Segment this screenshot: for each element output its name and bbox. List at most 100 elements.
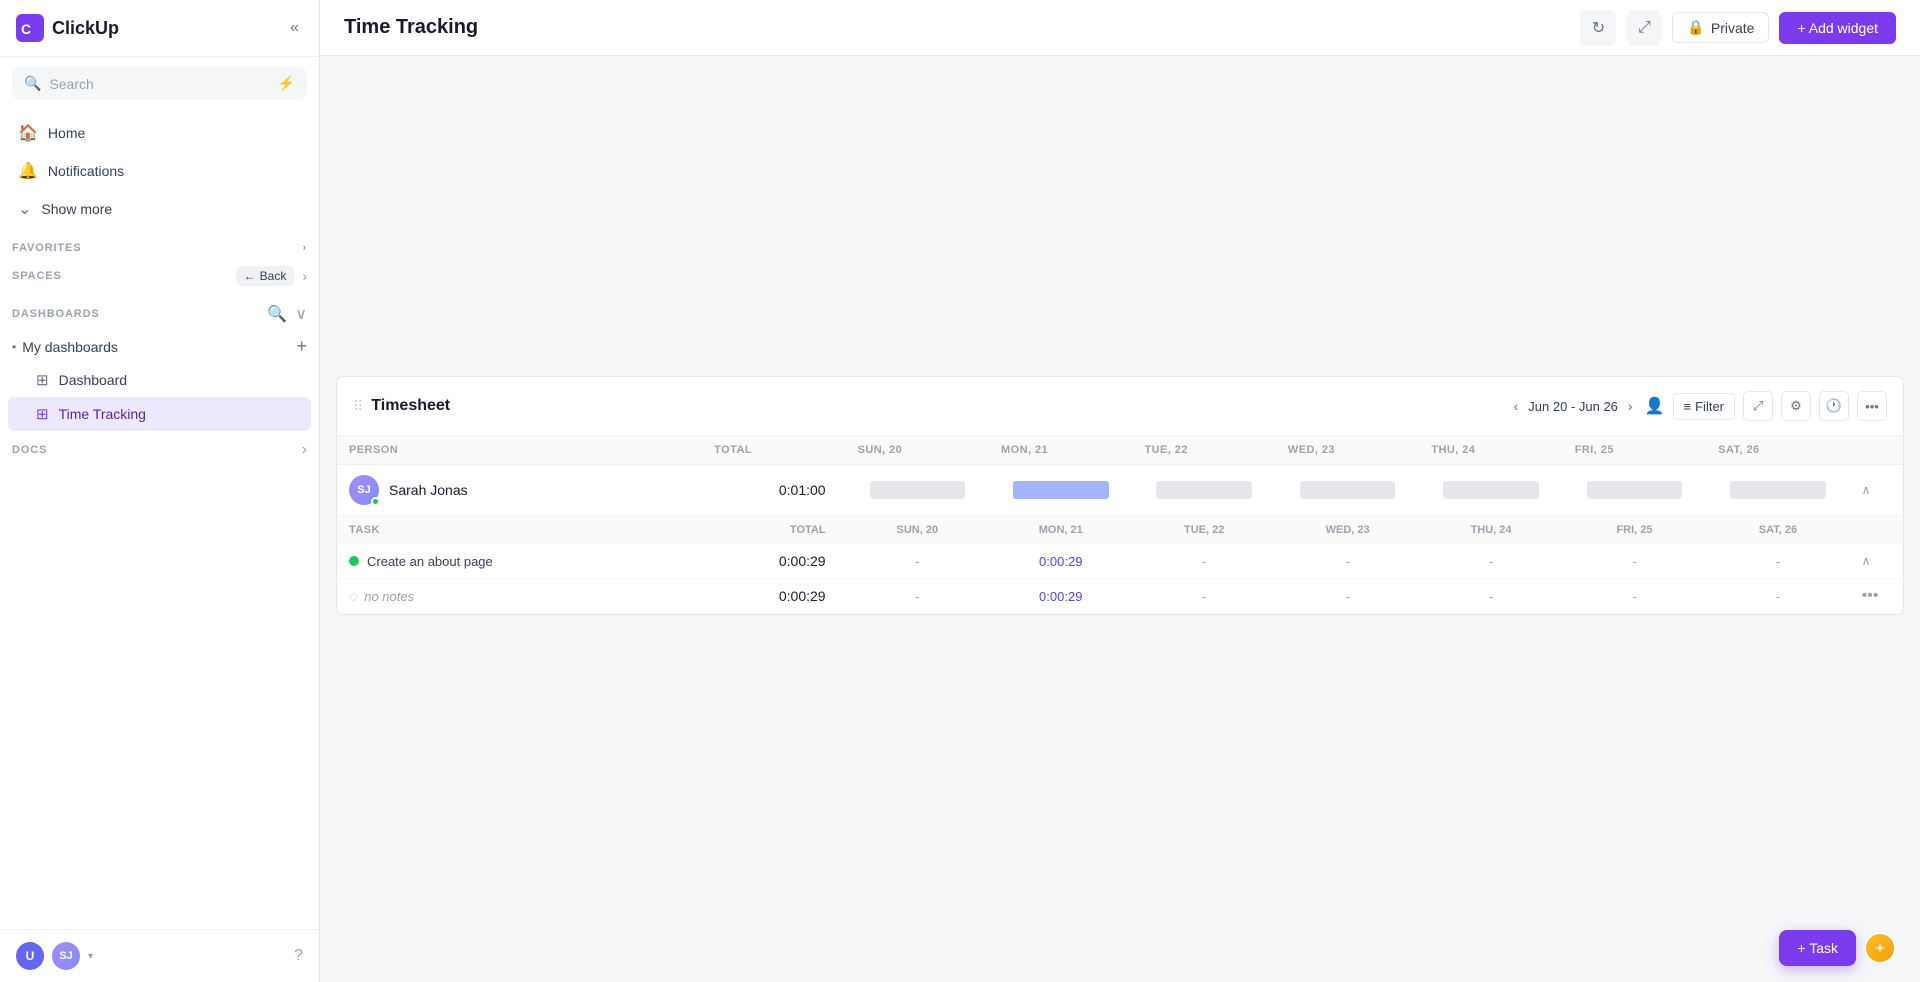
notes-more[interactable]: ••• (1850, 579, 1903, 614)
svg-text:C: C (21, 21, 31, 37)
add-task-button[interactable]: + Task (1779, 930, 1856, 966)
add-dashboard-button[interactable]: + (296, 336, 307, 357)
task-mon: 0:00:29 (989, 544, 1132, 579)
app-name: ClickUp (52, 18, 119, 39)
fri-bar (1587, 481, 1683, 499)
th-fri: FRI, 25 (1563, 436, 1706, 465)
th-mon: MON, 21 (989, 436, 1132, 465)
sidebar-item-home[interactable]: 🏠 Home (8, 114, 311, 152)
clock-button[interactable]: 🕐 (1819, 391, 1849, 421)
sat-bar (1730, 481, 1826, 499)
avatar-sj: SJ (52, 942, 80, 970)
refresh-button[interactable]: ↻ (1580, 10, 1616, 46)
notes-thu: - (1419, 579, 1562, 614)
person-filter-icon[interactable]: 👤 (1645, 396, 1665, 416)
clock-icon: 🕐 (1826, 398, 1842, 414)
thu-bar (1443, 481, 1539, 499)
task-header-row: TASK TOTAL SUN, 20 MON, 21 TUE, 22 WED, … (337, 516, 1903, 545)
person-collapse[interactable]: ∧ (1850, 465, 1903, 516)
sidebar-item-label: Time Tracking (59, 406, 146, 422)
private-label: Private (1711, 20, 1755, 36)
help-button[interactable]: ? (294, 947, 303, 965)
search-dashboards-icon[interactable]: 🔍 (267, 304, 287, 324)
th-person: PERSON (337, 436, 702, 465)
spaces-chevron[interactable]: › (302, 268, 307, 284)
docs-section: DOCS › (0, 431, 319, 469)
th-task-mon: MON, 21 (989, 516, 1132, 545)
th-task-sat: SAT, 26 (1706, 516, 1849, 545)
settings-button[interactable]: ⚙ (1781, 391, 1811, 421)
filter-label: Filter (1695, 399, 1724, 414)
wed-bar (1300, 481, 1396, 499)
my-dashboards-row[interactable]: • My dashboards + (0, 330, 319, 363)
drag-handle[interactable]: ⠿ (353, 398, 363, 415)
user-area[interactable]: U SJ ▾ (16, 942, 93, 970)
sidebar-item-dashboard[interactable]: ⊞ Dashboard (8, 363, 311, 397)
chevron-down-icon: ⌄ (18, 199, 31, 219)
person-wed (1276, 465, 1419, 516)
more-options-icon[interactable]: ••• (1862, 587, 1879, 604)
fullscreen-button[interactable]: ⤢ (1743, 391, 1773, 421)
search-bar[interactable]: 🔍 Search ⚡ (12, 67, 307, 100)
task-collapse-icon[interactable]: ∧ (1862, 554, 1871, 568)
bottom-bar: + Task ✦ (1779, 930, 1896, 966)
filter-button[interactable]: ≡ Filter (1673, 393, 1735, 420)
sidebar-item-notifications[interactable]: 🔔 Notifications (8, 152, 311, 190)
th-task-tue: TUE, 22 (1132, 516, 1275, 545)
expand-icon: ⤢ (1638, 19, 1651, 37)
more-options-button[interactable]: ••• (1857, 391, 1887, 421)
add-widget-button[interactable]: + Add widget (1779, 12, 1896, 44)
task-name[interactable]: Create an about page (367, 554, 493, 569)
avatar: SJ (349, 475, 379, 505)
widget-header: ⠿ Timesheet ‹ Jun 20 - Jun 26 › 👤 ≡ Filt… (337, 377, 1903, 436)
empty-dashboard-area (320, 56, 1920, 376)
th-total: TOTAL (702, 436, 845, 465)
notes-row: ◇ no notes 0:00:29 - 0:00:29 - - - - - (337, 579, 1903, 614)
person-row: SJ Sarah Jonas 0:01:00 (337, 465, 1903, 516)
date-prev-button[interactable]: ‹ (1510, 396, 1523, 416)
home-icon: 🏠 (18, 123, 38, 143)
person-thu (1419, 465, 1562, 516)
favorites-chevron[interactable]: › (302, 242, 307, 254)
collapse-sidebar-button[interactable]: « (286, 15, 303, 41)
page-title: Time Tracking (344, 16, 478, 39)
task-cell: Create an about page (337, 544, 702, 579)
gear-icon: ⚙ (1790, 398, 1802, 414)
spaces-section: SPACES ← Back › (0, 258, 319, 294)
task-thu: - (1419, 544, 1562, 579)
sidebar-item-time-tracking[interactable]: ⊞ Time Tracking (8, 397, 311, 431)
table-header: PERSON TOTAL SUN, 20 MON, 21 TUE, 22 WED… (337, 436, 1903, 465)
task-wed: - (1276, 544, 1419, 579)
sun-bar (870, 481, 966, 499)
person-name: Sarah Jonas (389, 482, 468, 498)
sidebar-item-show-more[interactable]: ⌄ Show more (8, 190, 311, 228)
back-button[interactable]: ← Back (236, 266, 295, 286)
dashboards-section: DASHBOARDS 🔍 ∨ (0, 294, 319, 330)
collapse-icon[interactable]: ∧ (1862, 483, 1871, 497)
filter-icon: ≡ (1684, 399, 1692, 414)
avatar-group[interactable]: ✦ (1864, 932, 1896, 964)
back-arrow: ← (244, 269, 256, 283)
add-task-label: + Task (1797, 940, 1838, 956)
notifications-icon: 🔔 (18, 161, 38, 181)
th-task: TASK (337, 516, 702, 545)
task-status-dot (349, 556, 359, 566)
time-tracking-icon: ⊞ (36, 405, 49, 423)
private-button[interactable]: 🔒 Private (1672, 12, 1769, 43)
sidebar: C ClickUp « 🔍 Search ⚡ 🏠 Home 🔔 Notifica… (0, 0, 320, 982)
th-wed: WED, 23 (1276, 436, 1419, 465)
date-next-button[interactable]: › (1624, 396, 1637, 416)
widget-controls: ‹ Jun 20 - Jun 26 › 👤 ≡ Filter ⤢ ⚙ (1510, 391, 1887, 421)
main-content: Time Tracking ↻ ⤢ 🔒 Private + Add widget… (320, 0, 1920, 982)
date-navigation: ‹ Jun 20 - Jun 26 › (1510, 396, 1637, 416)
person-mon (989, 465, 1132, 516)
sidebar-item-label: Dashboard (59, 372, 128, 388)
timesheet-widget: ⠿ Timesheet ‹ Jun 20 - Jun 26 › 👤 ≡ Filt… (336, 376, 1904, 615)
sidebar-nav: 🏠 Home 🔔 Notifications ⌄ Show more (0, 110, 319, 232)
collapse-dashboards-icon[interactable]: ∨ (295, 304, 307, 324)
expand-button[interactable]: ⤢ (1626, 10, 1662, 46)
task-collapse[interactable]: ∧ (1850, 544, 1903, 579)
content-area: ⠿ Timesheet ‹ Jun 20 - Jun 26 › 👤 ≡ Filt… (320, 56, 1920, 982)
th-task-sun: SUN, 20 (846, 516, 989, 545)
docs-chevron[interactable]: › (302, 441, 307, 459)
